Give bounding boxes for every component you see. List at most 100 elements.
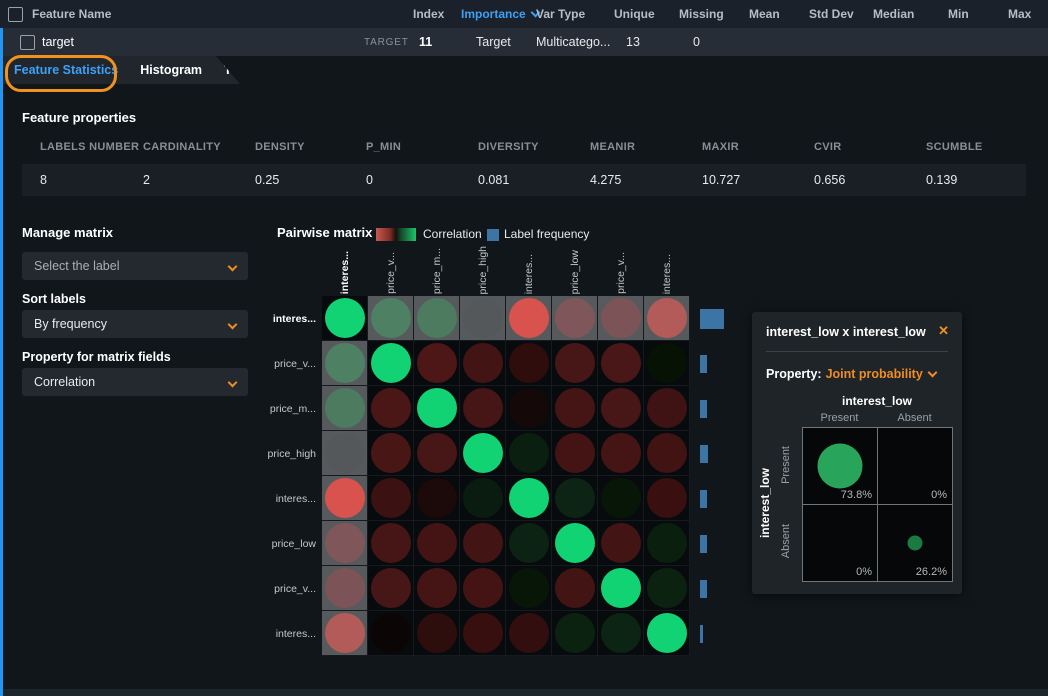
select-all-checkbox[interactable] — [8, 7, 23, 22]
matrix-row-label[interactable]: interes... — [240, 296, 316, 341]
matrix-cell[interactable] — [552, 476, 598, 521]
matrix-cell[interactable] — [368, 386, 414, 431]
matrix-col-label[interactable]: price_low — [552, 236, 598, 294]
matrix-cell[interactable] — [414, 386, 460, 431]
matrix-cell[interactable] — [598, 296, 644, 341]
matrix-cell[interactable] — [460, 341, 506, 386]
matrix-cell[interactable] — [414, 566, 460, 611]
matrix-cell[interactable] — [506, 431, 552, 476]
matrix-col-label[interactable]: price_m... — [414, 236, 460, 294]
matrix-cell[interactable] — [506, 386, 552, 431]
matrix-cell[interactable] — [460, 431, 506, 476]
matrix-cell[interactable] — [552, 611, 598, 656]
matrix-cell[interactable] — [506, 341, 552, 386]
matrix-cell[interactable] — [322, 431, 368, 476]
matrix-cell[interactable] — [598, 566, 644, 611]
matrix-cell[interactable] — [552, 566, 598, 611]
header-col-mean[interactable]: Mean — [749, 7, 780, 21]
matrix-cell[interactable] — [322, 296, 368, 341]
matrix-cell[interactable] — [368, 296, 414, 341]
matrix-cell[interactable] — [506, 476, 552, 521]
matrix-cell[interactable] — [552, 521, 598, 566]
matrix-cell[interactable] — [368, 521, 414, 566]
header-col-var-type[interactable]: Var Type — [536, 7, 585, 21]
matrix-row-label[interactable]: interes... — [240, 476, 316, 521]
matrix-cell[interactable] — [368, 431, 414, 476]
close-icon[interactable]: ✕ — [938, 323, 949, 339]
matrix-cell[interactable] — [598, 386, 644, 431]
matrix-cell[interactable] — [368, 341, 414, 386]
matrix-row-label[interactable]: price_v... — [240, 566, 316, 611]
matrix-cell[interactable] — [414, 431, 460, 476]
matrix-cell[interactable] — [644, 476, 690, 521]
matrix-col-label[interactable]: price_high — [460, 236, 506, 294]
header-col-index[interactable]: Index — [413, 7, 444, 21]
matrix-cell[interactable] — [506, 296, 552, 341]
matrix-cell[interactable] — [368, 611, 414, 656]
matrix-cell[interactable] — [598, 521, 644, 566]
header-col-std-dev[interactable]: Std Dev — [809, 7, 854, 21]
matrix-col-label[interactable]: price_v... — [368, 236, 414, 294]
matrix-row-label[interactable]: interes... — [240, 611, 316, 656]
matrix-cell[interactable] — [644, 431, 690, 476]
matrix-cell[interactable] — [506, 611, 552, 656]
matrix-property-dropdown[interactable]: Correlation — [22, 368, 248, 396]
matrix-cell[interactable] — [414, 341, 460, 386]
matrix-cell[interactable] — [322, 476, 368, 521]
matrix-cell[interactable] — [644, 611, 690, 656]
matrix-row-label[interactable]: price_m... — [240, 386, 316, 431]
matrix-cell[interactable] — [368, 566, 414, 611]
matrix-cell[interactable] — [368, 476, 414, 521]
matrix-col-label[interactable]: interes... — [322, 236, 368, 294]
matrix-cell[interactable] — [460, 566, 506, 611]
header-col-min[interactable]: Min — [948, 7, 969, 21]
tab-table[interactable]: Table — [224, 63, 256, 77]
matrix-cell[interactable] — [644, 521, 690, 566]
matrix-cell[interactable] — [414, 521, 460, 566]
header-col-unique[interactable]: Unique — [614, 7, 655, 21]
matrix-row-label[interactable]: price_low — [240, 521, 316, 566]
target-row-checkbox[interactable] — [20, 35, 35, 50]
matrix-cell[interactable] — [644, 566, 690, 611]
matrix-cell[interactable] — [552, 296, 598, 341]
matrix-cell[interactable] — [322, 611, 368, 656]
matrix-cell[interactable] — [598, 476, 644, 521]
matrix-row-label[interactable]: price_v... — [240, 341, 316, 386]
matrix-cell[interactable] — [644, 296, 690, 341]
sort-labels-dropdown[interactable]: By frequency — [22, 310, 248, 338]
matrix-cell[interactable] — [414, 476, 460, 521]
matrix-cell[interactable] — [598, 611, 644, 656]
header-col-importance[interactable]: Importance — [461, 7, 539, 21]
tab-histogram[interactable]: Histogram — [140, 63, 202, 77]
matrix-cell[interactable] — [552, 341, 598, 386]
matrix-cell[interactable] — [598, 431, 644, 476]
target-feature-row[interactable]: target TARGET 11 Target Multicatego... 1… — [0, 28, 1048, 56]
matrix-cell[interactable] — [460, 611, 506, 656]
matrix-cell[interactable] — [552, 431, 598, 476]
matrix-cell[interactable] — [460, 521, 506, 566]
matrix-row-label[interactable]: price_high — [240, 431, 316, 476]
matrix-cell[interactable] — [322, 566, 368, 611]
matrix-cell[interactable] — [414, 611, 460, 656]
header-col-max[interactable]: Max — [1008, 7, 1031, 21]
header-col-median[interactable]: Median — [873, 7, 914, 21]
matrix-cell[interactable] — [506, 566, 552, 611]
header-col-missing[interactable]: Missing — [679, 7, 724, 21]
matrix-cell[interactable] — [322, 341, 368, 386]
matrix-cell[interactable] — [552, 386, 598, 431]
matrix-cell[interactable] — [506, 521, 552, 566]
matrix-col-label[interactable]: price_v... — [598, 236, 644, 294]
matrix-cell[interactable] — [322, 521, 368, 566]
popup-property-selector[interactable]: Joint probability — [826, 367, 923, 381]
matrix-col-label[interactable]: interes... — [506, 236, 552, 294]
matrix-cell[interactable] — [644, 341, 690, 386]
matrix-cell[interactable] — [460, 296, 506, 341]
matrix-cell[interactable] — [414, 296, 460, 341]
matrix-col-label[interactable]: interes... — [644, 236, 690, 294]
matrix-cell[interactable] — [644, 386, 690, 431]
feature-name-column-header[interactable]: Feature Name — [32, 7, 111, 21]
label-select-dropdown[interactable]: Select the label — [22, 252, 248, 280]
matrix-cell[interactable] — [460, 476, 506, 521]
matrix-cell[interactable] — [322, 386, 368, 431]
matrix-cell[interactable] — [460, 386, 506, 431]
